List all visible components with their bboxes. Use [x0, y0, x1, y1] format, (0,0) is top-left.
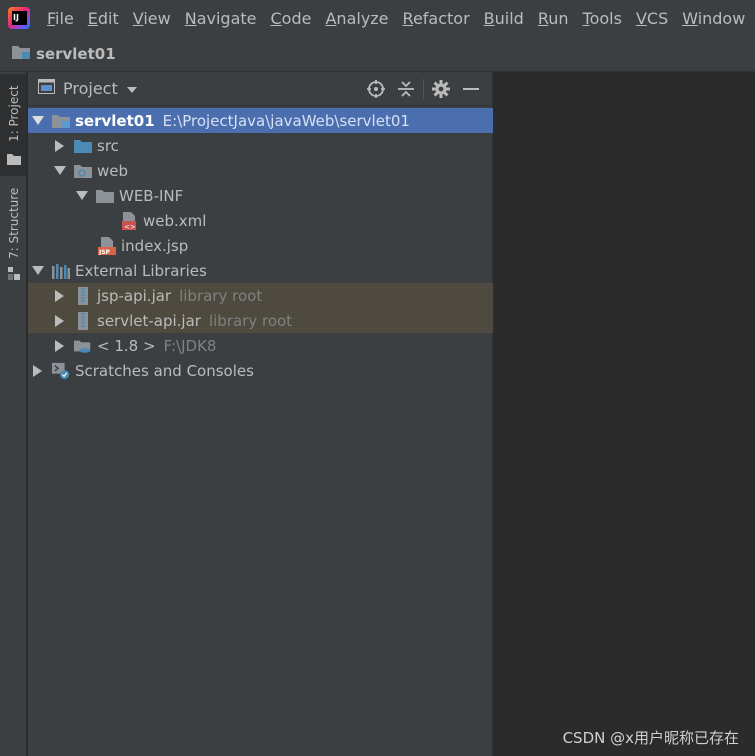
expanded-arrow-icon[interactable] — [74, 188, 90, 204]
project-panel-header: Project — [28, 72, 492, 106]
menu-window[interactable]: Window — [675, 9, 752, 28]
tree-node-label: web.xml — [143, 211, 207, 230]
tree-node-web[interactable]: web — [28, 158, 493, 183]
project-tab-label: 1: Project — [7, 85, 21, 142]
window-icon — [38, 79, 55, 98]
folder-icon — [7, 150, 21, 169]
tree-node-hint: library root — [208, 311, 293, 330]
tree-node-label: servlet-api.jar — [97, 311, 201, 330]
tree-node-web-xml[interactable]: <> web.xml — [28, 208, 493, 233]
menu-refactor[interactable]: Refactor — [396, 9, 477, 28]
menu-navigate[interactable]: Navigate — [178, 9, 264, 28]
xml-file-icon: <> — [120, 211, 138, 230]
tree-node-label: index.jsp — [121, 236, 189, 255]
minimize-icon — [463, 88, 479, 90]
collapsed-arrow-icon[interactable] — [52, 138, 68, 154]
expanded-arrow-icon[interactable] — [30, 113, 46, 129]
panel-actions — [361, 72, 486, 106]
source-folder-icon — [74, 138, 92, 154]
menu-bar: File Edit View Navigate Code Analyze Ref… — [0, 0, 755, 36]
project-folder-icon — [12, 44, 30, 63]
menu-build[interactable]: Build — [477, 9, 531, 28]
jdk-folder-icon — [74, 338, 92, 354]
collapsed-arrow-icon[interactable] — [52, 338, 68, 354]
collapse-all-button[interactable] — [391, 74, 421, 104]
tree-node-external-libraries[interactable]: External Libraries — [28, 258, 493, 283]
menu-file[interactable]: File — [40, 9, 81, 28]
module-folder-icon — [52, 113, 70, 129]
project-tool-tab[interactable]: 1: Project — [0, 74, 27, 176]
tree-node-label: web — [97, 161, 129, 180]
tree-node-src[interactable]: src — [28, 133, 493, 158]
menu-tools[interactable]: Tools — [576, 9, 629, 28]
menu-code[interactable]: Code — [264, 9, 319, 28]
intellij-logo-icon — [8, 7, 30, 29]
gear-icon — [432, 80, 450, 98]
tree-node-label: src — [97, 136, 119, 155]
tree-node-scratches-consoles[interactable]: Scratches and Consoles — [28, 358, 493, 383]
settings-button[interactable] — [426, 74, 456, 104]
project-panel: Project servlet01 E:\ProjectJava\javaWeb… — [28, 72, 493, 756]
panel-title: Project — [63, 79, 118, 98]
navigation-bar: servlet01 — [0, 36, 755, 72]
tree-node-hint: library root — [179, 286, 263, 305]
hide-panel-button[interactable] — [456, 74, 486, 104]
chevron-down-icon — [126, 79, 138, 98]
tree-node-servlet-api-jar[interactable]: servlet-api.jar library root — [28, 308, 493, 333]
menu-vcs[interactable]: VCS — [629, 9, 675, 28]
libraries-icon — [52, 263, 70, 279]
expanded-arrow-icon[interactable] — [30, 263, 46, 279]
collapsed-arrow-icon[interactable] — [52, 288, 68, 304]
tree-node-label: Scratches and Consoles — [75, 361, 254, 380]
collapsed-arrow-icon[interactable] — [30, 363, 46, 379]
menu-run[interactable]: Run — [531, 9, 576, 28]
svg-text:<>: <> — [124, 223, 136, 230]
web-folder-icon — [74, 163, 92, 179]
menu-edit[interactable]: Edit — [81, 9, 126, 28]
scratches-icon — [52, 362, 70, 379]
left-tool-strip: 1: Project 7: Structure — [0, 72, 27, 756]
svg-text:JSP: JSP — [98, 249, 111, 255]
editor-area[interactable]: CSDN @x用户昵称已存在 — [494, 72, 755, 756]
tree-node-path: E:\ProjectJava\javaWeb\servlet01 — [162, 111, 410, 130]
expanded-arrow-icon[interactable] — [52, 163, 68, 179]
structure-tool-tab[interactable]: 7: Structure — [0, 182, 27, 282]
menu-analyze[interactable]: Analyze — [318, 9, 395, 28]
tree-node-label: servlet01 — [75, 111, 155, 130]
tree-node-index-jsp[interactable]: JSP index.jsp — [28, 233, 493, 258]
structure-tab-label: 7: Structure — [7, 187, 21, 259]
tree-node-label: WEB-INF — [119, 186, 184, 205]
breadcrumb-project[interactable]: servlet01 — [36, 45, 116, 63]
tree-node-label: < 1.8 > — [97, 336, 156, 355]
tree-node-label: jsp-api.jar — [97, 286, 172, 305]
folder-icon — [96, 188, 114, 204]
tree-node-label: External Libraries — [75, 261, 207, 280]
collapse-icon — [398, 81, 414, 97]
tree-node-web-inf[interactable]: WEB-INF — [28, 183, 493, 208]
tree-node-path: F:\JDK8 — [163, 336, 217, 355]
tree-node-jsp-api-jar[interactable]: jsp-api.jar library root — [28, 283, 493, 308]
tree-node-jdk[interactable]: < 1.8 > F:\JDK8 — [28, 333, 493, 358]
collapsed-arrow-icon[interactable] — [52, 313, 68, 329]
csdn-watermark: CSDN @x用户昵称已存在 — [562, 729, 739, 747]
jar-icon — [74, 311, 92, 330]
jar-icon — [74, 286, 92, 305]
menu-view[interactable]: View — [126, 9, 178, 28]
structure-icon — [7, 266, 21, 285]
toolbar-separator — [423, 79, 424, 99]
tree-node-servlet01[interactable]: servlet01 E:\ProjectJava\javaWeb\servlet… — [28, 108, 493, 133]
locate-file-button[interactable] — [361, 74, 391, 104]
jsp-file-icon: JSP — [98, 236, 116, 255]
project-view-selector[interactable]: Project — [38, 79, 138, 98]
crosshair-icon — [367, 80, 385, 98]
